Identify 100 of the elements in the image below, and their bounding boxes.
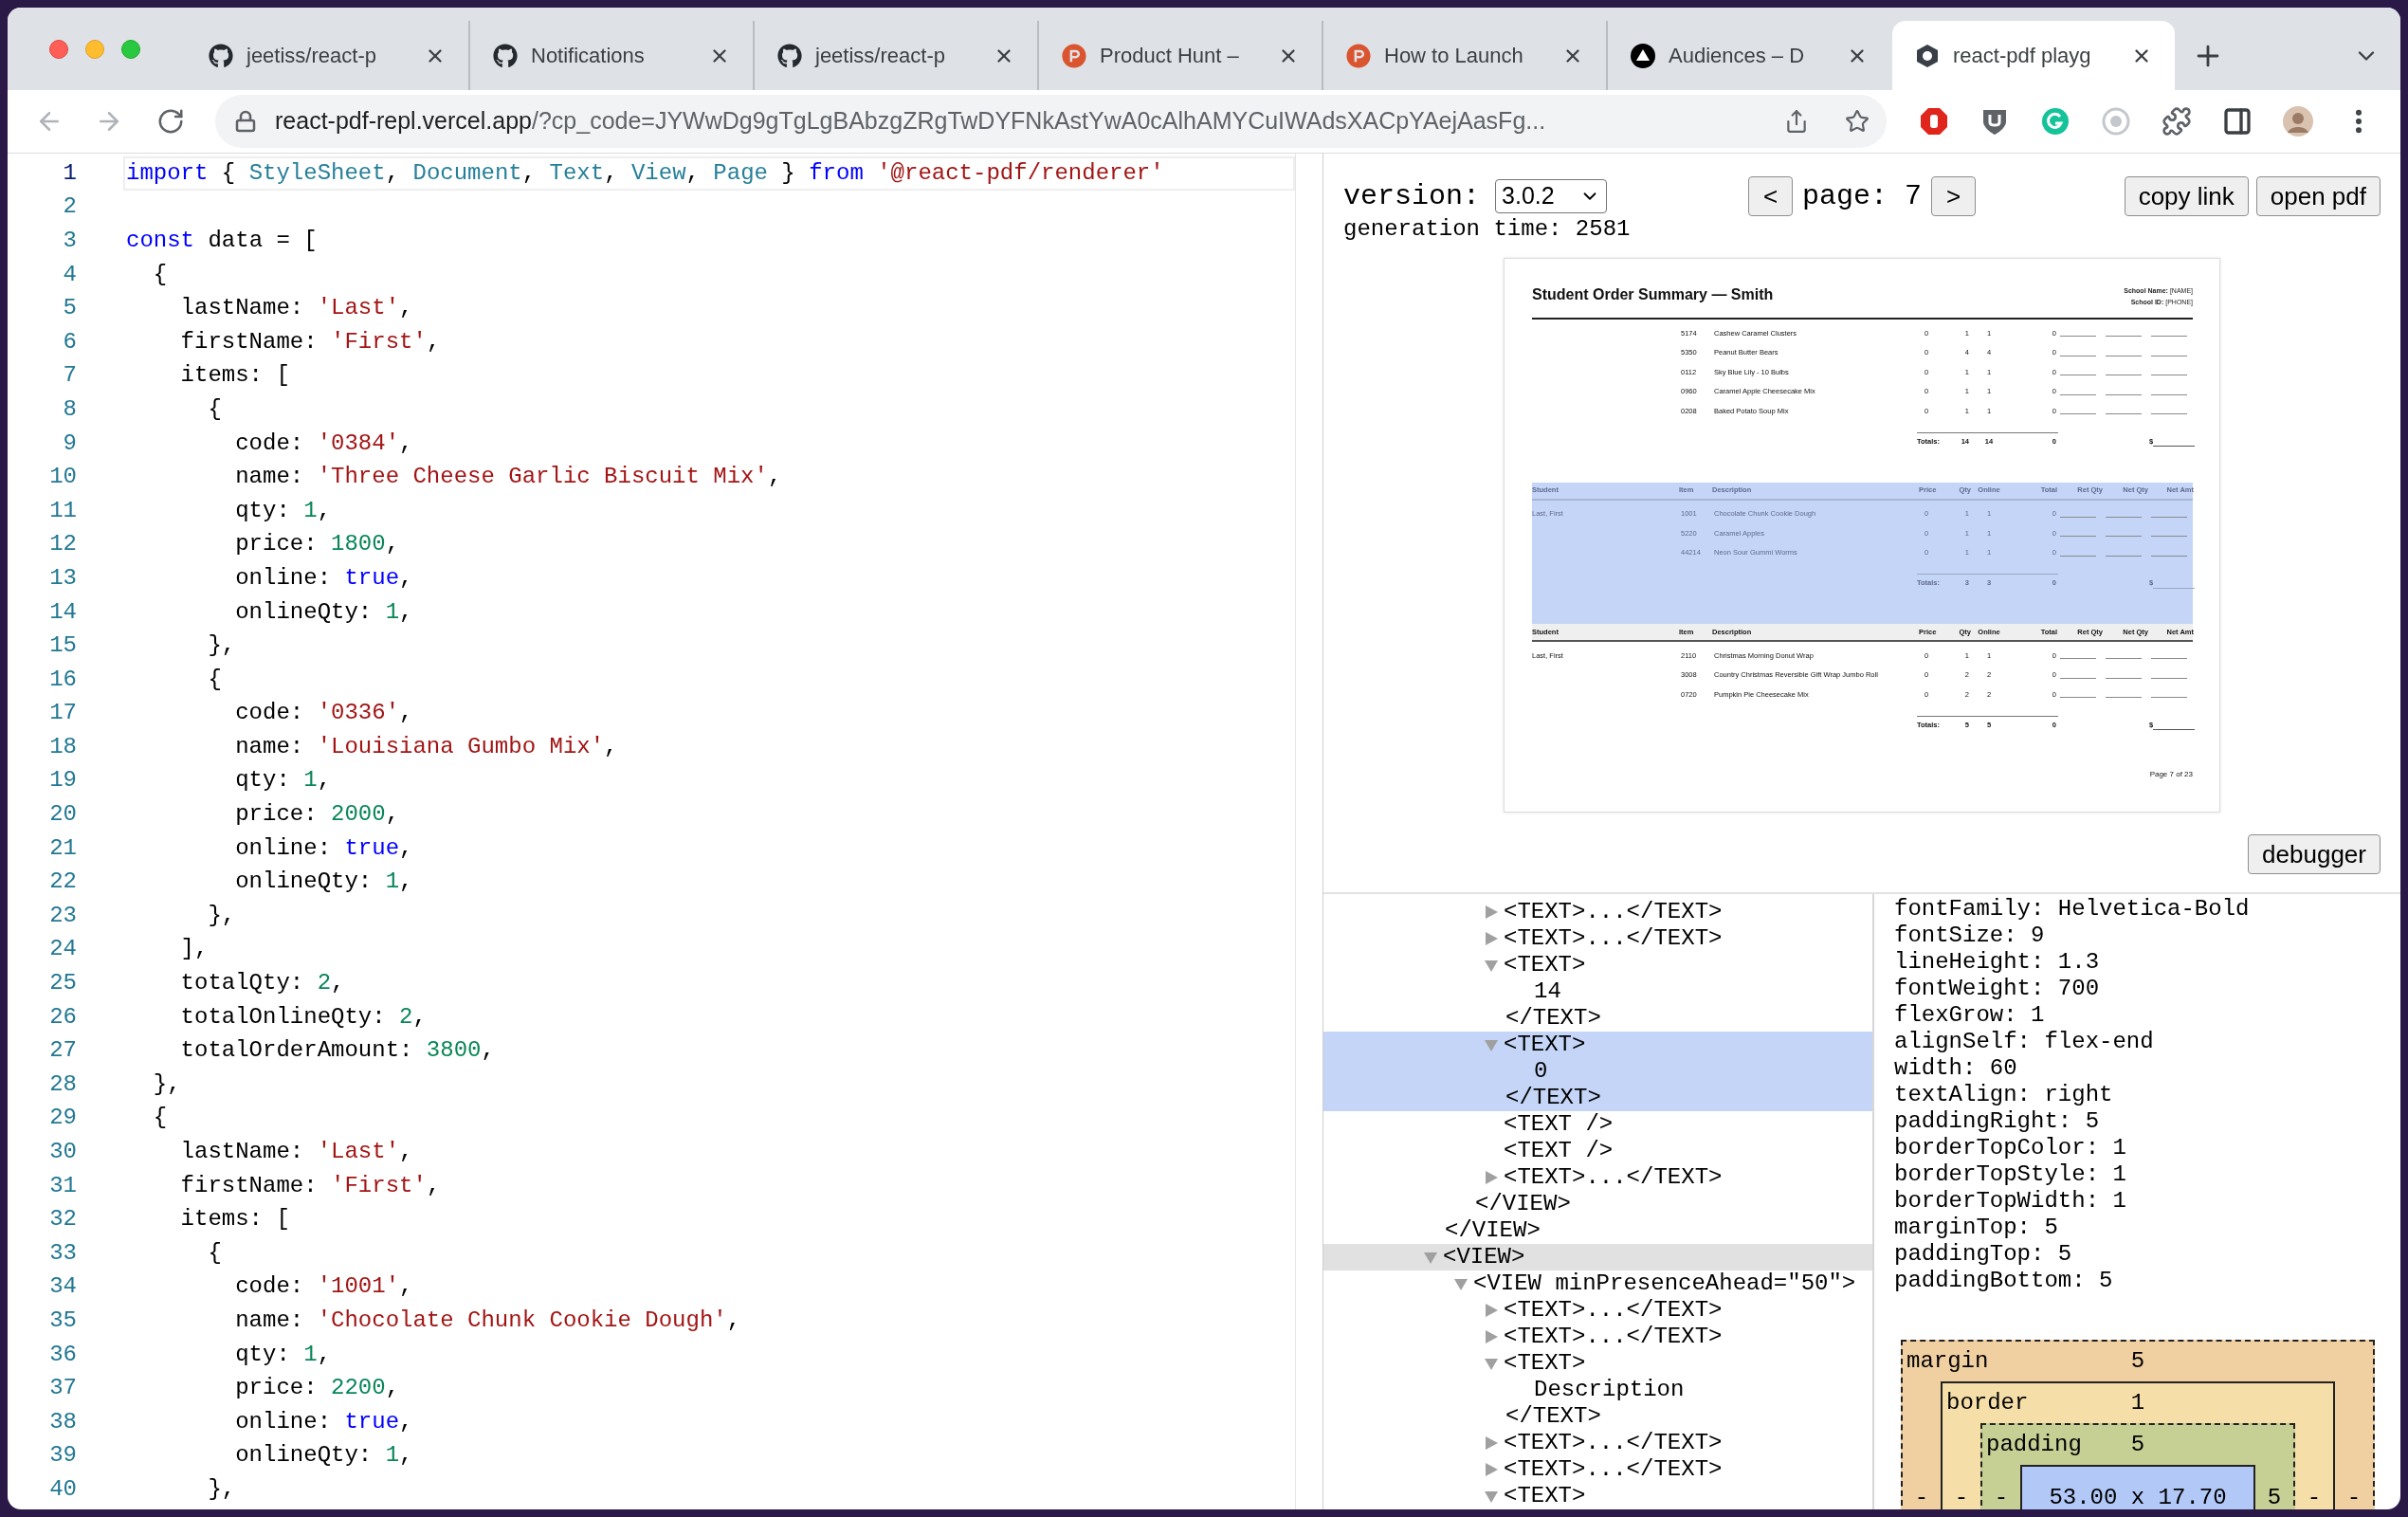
- avatar-icon[interactable]: [2283, 106, 2313, 137]
- triangle-right-icon[interactable]: [1485, 1304, 1498, 1317]
- tree-node[interactable]: <TEXT>...</TEXT>: [1323, 1456, 1872, 1483]
- share-icon[interactable]: [1784, 109, 1809, 134]
- line-number: 1: [62, 158, 77, 188]
- browser-tab[interactable]: react-pdf playg: [1892, 21, 2175, 90]
- close-window-button[interactable]: [49, 40, 68, 59]
- triangle-down-icon[interactable]: [1485, 1357, 1498, 1370]
- browser-tab[interactable]: jeetiss/react-p: [186, 21, 468, 90]
- browser-tab[interactable]: Product Hunt –: [1039, 21, 1322, 90]
- line-number: 10: [48, 463, 77, 492]
- code-line: name: 'Louisiana Gumbo Mix',: [234, 732, 618, 761]
- circle-logo-icon[interactable]: [2040, 106, 2071, 137]
- open-pdf-button[interactable]: open pdf: [2255, 176, 2381, 216]
- line-number: 38: [48, 1407, 77, 1436]
- tree-node[interactable]: <TEXT />: [1323, 1138, 1872, 1164]
- tree-node[interactable]: <TEXT />: [1323, 1111, 1872, 1138]
- style-property: textAlign: right: [1894, 1081, 2113, 1109]
- line-number: 12: [48, 530, 77, 559]
- tree-node[interactable]: <TEXT>...</TEXT>: [1323, 1297, 1872, 1324]
- cat-logo-icon: [209, 43, 233, 68]
- code-line: {: [207, 394, 222, 424]
- line-number: 34: [48, 1272, 77, 1302]
- browser-tab[interactable]: How to Launch: [1323, 21, 1606, 90]
- style-property: paddingRight: 5: [1894, 1107, 2100, 1136]
- browser-tab[interactable]: Notifications: [470, 21, 753, 90]
- triangle-down-icon[interactable]: [1485, 1038, 1498, 1051]
- code-line: code: '0384',: [234, 429, 413, 458]
- line-number: 19: [48, 766, 77, 795]
- triangle-right-icon[interactable]: [1485, 1463, 1498, 1476]
- puzzle-icon[interactable]: [2162, 106, 2192, 137]
- generation-time: generation time: 2581: [1343, 216, 1632, 243]
- style-property: width: 60: [1894, 1054, 2017, 1083]
- line-number: 8: [62, 394, 77, 424]
- tree-node[interactable]: <TEXT>...</TEXT>: [1323, 925, 1872, 952]
- style-property: paddingBottom: 5: [1894, 1267, 2113, 1295]
- code-line: firstName: 'First',: [179, 327, 441, 356]
- box-value: 5: [2130, 1431, 2145, 1459]
- code-line: onlineQty: 1,: [234, 1441, 413, 1471]
- code-line: price: 1800,: [234, 530, 400, 559]
- tree-node[interactable]: <TEXT>...</TEXT>: [1323, 899, 1872, 925]
- triangle-right-icon[interactable]: [1485, 1171, 1498, 1184]
- box-label: margin: [1906, 1347, 1989, 1376]
- box-value: -: [2346, 1484, 2362, 1509]
- line-number: 4: [62, 260, 77, 289]
- previous-page-button[interactable]: <: [1748, 176, 1793, 216]
- tree-node[interactable]: <VIEW>: [1323, 1244, 1872, 1270]
- code-line: totalQty: 2,: [179, 969, 345, 998]
- box-value: 1: [2130, 1389, 2145, 1417]
- box-value: -: [1954, 1484, 1969, 1509]
- code-line: online: true,: [234, 833, 413, 863]
- content-box: 53.00 x 17.70: [2020, 1465, 2255, 1509]
- code-line: price: 2000,: [234, 800, 400, 830]
- bookmark-star-icon[interactable]: [1845, 109, 1870, 134]
- tree-node[interactable]: <TEXT>: [1323, 1032, 1872, 1058]
- browser-tab[interactable]: jeetiss/react-p: [755, 21, 1037, 90]
- triangle-right-icon[interactable]: [1485, 905, 1498, 919]
- line-number: 14: [48, 597, 77, 627]
- triangle-down-icon[interactable]: [1454, 1277, 1468, 1290]
- triangle-right-icon[interactable]: [1485, 1436, 1498, 1450]
- triangle-down-icon[interactable]: [1424, 1251, 1437, 1264]
- code-line: },: [207, 1474, 236, 1504]
- code-line: {: [152, 1104, 168, 1133]
- tree-node[interactable]: <TEXT>: [1323, 952, 1872, 978]
- code-line: name: 'Three Cheese Garlic Biscuit Mix',: [234, 463, 782, 492]
- triangle-down-icon[interactable]: [1485, 959, 1498, 972]
- style-property: lineHeight: 1.3: [1894, 948, 2100, 977]
- stop-sign-icon[interactable]: [1919, 106, 1949, 137]
- line-number: 6: [62, 327, 77, 356]
- triangle-down-icon[interactable]: [1485, 1490, 1498, 1503]
- code-line: {: [152, 260, 168, 289]
- tree-node[interactable]: <TEXT>: [1323, 1350, 1872, 1377]
- maximize-window-button[interactable]: [121, 40, 140, 59]
- line-number: 17: [48, 699, 77, 728]
- style-property: fontWeight: 700: [1894, 975, 2100, 1003]
- line-number: 16: [48, 665, 77, 694]
- side-panel-icon[interactable]: [2222, 106, 2253, 137]
- triangle-right-icon[interactable]: [1485, 932, 1498, 945]
- p-logo-icon: [1062, 43, 1086, 68]
- tree-node[interactable]: <VIEW minPresenceAhead="50">: [1323, 1270, 1872, 1297]
- cat-logo-icon: [777, 43, 802, 68]
- next-page-button[interactable]: >: [1931, 176, 1976, 216]
- browser-tab[interactable]: Audiences – D: [1608, 21, 1890, 90]
- debugger-button[interactable]: debugger: [2248, 834, 2381, 874]
- tree-node[interactable]: <TEXT>: [1323, 1483, 1872, 1509]
- reload-icon[interactable]: [156, 107, 185, 136]
- target-icon[interactable]: [2101, 106, 2131, 137]
- address-bar[interactable]: react-pdf-repl.vercel.app/?cp_code=JYWwDg9gTgLgBAbzgZRgTwDYFNkAstYwA0cAlhAMYCuIWAdsXACpYAejAasFg...: [215, 95, 1887, 148]
- code-line: },: [207, 901, 236, 930]
- line-number: 30: [48, 1138, 77, 1166]
- copy-link-button[interactable]: copy link: [2124, 176, 2249, 216]
- code-line: import { StyleSheet, Document, Text, View, Page } from '@react-pdf/renderer': [126, 158, 1164, 188]
- tree-node[interactable]: <TEXT>...</TEXT>: [1323, 1324, 1872, 1350]
- minimize-window-button[interactable]: [85, 40, 104, 59]
- p-logo-icon: [1346, 43, 1371, 68]
- version-select[interactable]: 3.0.2: [1495, 179, 1608, 213]
- line-number: 3: [62, 227, 77, 255]
- line-number: 2: [62, 192, 77, 222]
- box-value: 5: [2130, 1347, 2145, 1376]
- triangle-right-icon[interactable]: [1485, 1330, 1498, 1343]
